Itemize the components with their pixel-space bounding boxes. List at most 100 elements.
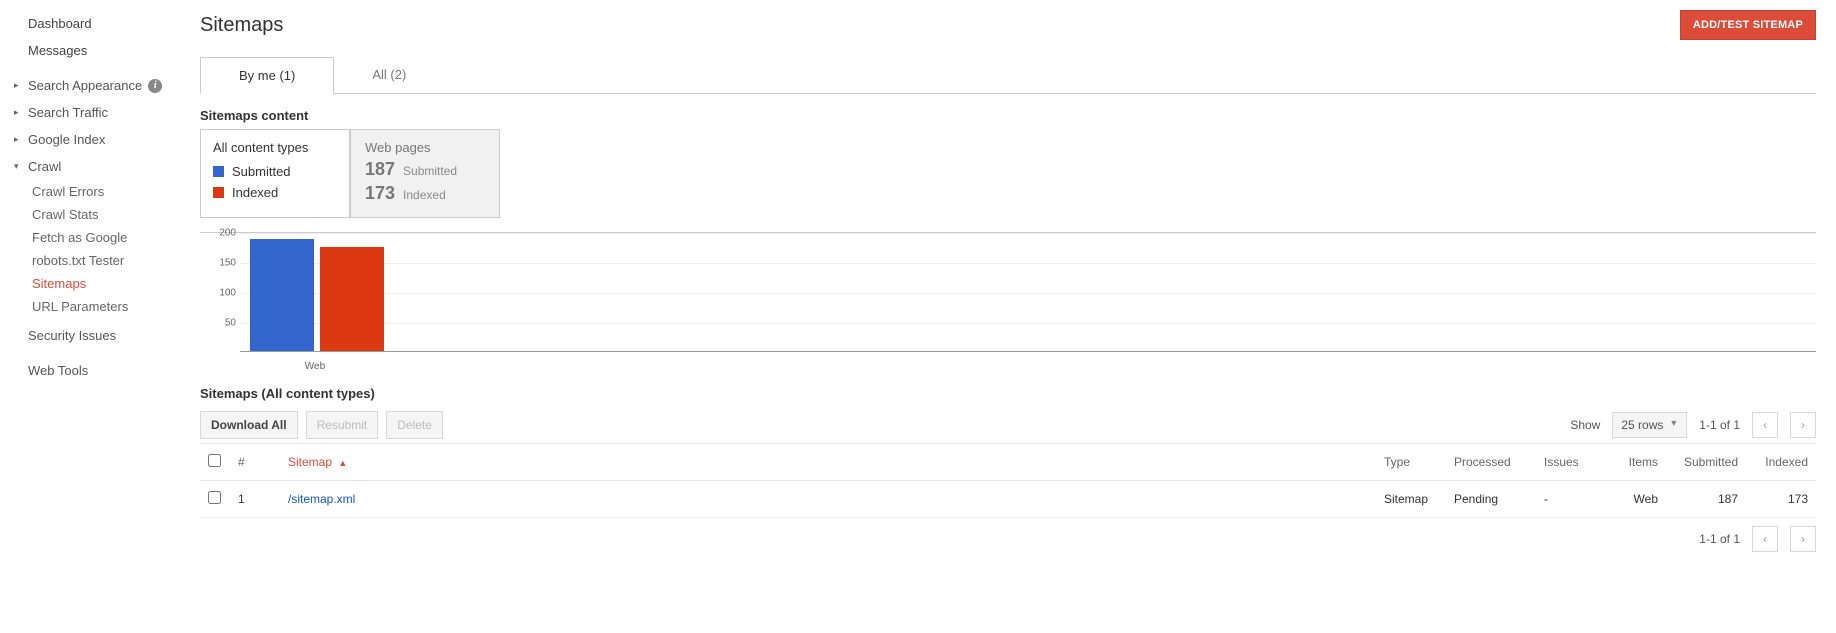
main-content: Sitemaps ADD/TEST SITEMAP By me (1) All …	[180, 0, 1836, 582]
cell-items: Web	[1606, 481, 1666, 518]
stat-box-web-pages: Web pages 187 Submitted 173 Indexed	[350, 129, 500, 218]
legend-item-indexed: Indexed	[213, 182, 333, 203]
label: Search Appearance	[28, 78, 142, 93]
caret-right-icon: ▸	[14, 107, 22, 118]
sidebar-item-crawl[interactable]: ▾ Crawl	[10, 153, 180, 180]
sidebar-item-dashboard[interactable]: ▸Dashboard	[10, 10, 180, 37]
sidebar-item-sitemaps[interactable]: Sitemaps	[10, 272, 180, 295]
bottom-pager: 1-1 of 1 ‹ ›	[200, 526, 1816, 552]
table-body: 1 /sitemap.xml Sitemap Pending - Web 187…	[200, 481, 1816, 518]
chevron-right-icon: ›	[1801, 532, 1805, 546]
cell-num: 1	[230, 481, 280, 518]
stat-title: Web pages	[365, 140, 481, 155]
sidebar-item-google-index[interactable]: ▸ Google Index	[10, 126, 180, 153]
sidebar-item-robots-tester[interactable]: robots.txt Tester	[10, 249, 180, 272]
row-checkbox[interactable]	[208, 491, 221, 504]
sidebar-item-web-tools[interactable]: ▸Web Tools	[10, 357, 180, 384]
chart-plot	[240, 233, 1816, 352]
label: Messages	[28, 43, 87, 58]
next-page-button[interactable]: ›	[1790, 526, 1816, 552]
col-issues[interactable]: Issues	[1536, 444, 1606, 481]
label: Search Traffic	[28, 105, 108, 120]
range-label: 1-1 of 1	[1699, 418, 1740, 432]
chart-ytick: 150	[200, 258, 236, 269]
download-all-button[interactable]: Download All	[200, 411, 298, 439]
caret-down-icon: ▾	[14, 161, 22, 172]
cell-indexed: 173	[1746, 481, 1816, 518]
info-icon[interactable]: i	[148, 79, 162, 93]
sitemap-link[interactable]: /sitemap.xml	[288, 492, 355, 506]
sidebar-item-fetch-as-google[interactable]: Fetch as Google	[10, 226, 180, 249]
chevron-down-icon: ▼	[1669, 418, 1678, 432]
sidebar-item-url-parameters[interactable]: URL Parameters	[10, 295, 180, 318]
chart-ytick: 100	[200, 288, 236, 299]
col-num[interactable]: #	[230, 444, 280, 481]
prev-page-button[interactable]: ‹	[1752, 526, 1778, 552]
col-indexed[interactable]: Indexed	[1746, 444, 1816, 481]
legend-swatch-indexed	[213, 187, 224, 198]
sort-asc-icon: ▲	[338, 458, 347, 468]
sidebar-item-search-appearance[interactable]: ▸ Search Appearance i	[10, 72, 180, 99]
cell-submitted: 187	[1666, 481, 1746, 518]
show-label: Show	[1570, 418, 1600, 432]
chart-bar-indexed	[320, 247, 384, 351]
resubmit-button[interactable]: Resubmit	[306, 411, 379, 439]
chart-bar-submitted	[250, 239, 314, 351]
chart-gridline	[240, 323, 1816, 324]
col-processed[interactable]: Processed	[1446, 444, 1536, 481]
label: Crawl	[28, 159, 61, 174]
label: Web Tools	[28, 363, 88, 378]
chart-xtick: Web	[250, 361, 380, 372]
legend-swatch-submitted	[213, 166, 224, 177]
sidebar-item-security-issues[interactable]: ▸Security Issues	[10, 322, 180, 349]
col-type[interactable]: Type	[1376, 444, 1446, 481]
tab-by-me[interactable]: By me (1)	[200, 57, 334, 94]
legend-item-submitted: Submitted	[213, 161, 333, 182]
delete-button[interactable]: Delete	[386, 411, 443, 439]
label: Dashboard	[28, 16, 92, 31]
sidebar-item-search-traffic[interactable]: ▸ Search Traffic	[10, 99, 180, 126]
cell-type: Sitemap	[1376, 481, 1446, 518]
tabbar: By me (1) All (2)	[200, 56, 1816, 94]
col-submitted[interactable]: Submitted	[1666, 444, 1746, 481]
col-items[interactable]: Items	[1606, 444, 1666, 481]
col-sitemap[interactable]: Sitemap ▲	[280, 444, 1376, 481]
sidebar-item-crawl-errors[interactable]: Crawl Errors	[10, 180, 180, 203]
stat-indexed-label: Indexed	[403, 188, 446, 202]
chart-gridline	[240, 293, 1816, 294]
chevron-right-icon: ›	[1801, 418, 1805, 432]
legend-box: All content types Submitted Indexed	[200, 129, 350, 218]
stat-submitted-label: Submitted	[403, 164, 457, 178]
legend-title: All content types	[213, 140, 333, 155]
range-label: 1-1 of 1	[1699, 532, 1740, 546]
chart-gridline	[240, 263, 1816, 264]
page-title: Sitemaps	[200, 14, 283, 37]
page-header: Sitemaps ADD/TEST SITEMAP	[200, 10, 1816, 40]
sitemaps-table-heading: Sitemaps (All content types)	[200, 386, 1816, 401]
chart-ytick: 200	[200, 228, 236, 239]
cell-issues: -	[1536, 481, 1606, 518]
chart: 50100150200Web	[200, 232, 1816, 372]
rows-select-value: 25 rows	[1621, 418, 1663, 432]
summary-row: All content types Submitted Indexed Web …	[200, 129, 1816, 218]
sitemaps-table: # Sitemap ▲ Type Processed Issues Items …	[200, 443, 1816, 518]
stat-indexed-value: 173	[365, 183, 395, 204]
rows-select[interactable]: 25 rows ▼	[1612, 412, 1687, 438]
next-page-button[interactable]: ›	[1790, 412, 1816, 438]
tab-all[interactable]: All (2)	[334, 57, 444, 94]
sitemaps-content-heading: Sitemaps content	[200, 108, 1816, 123]
select-all-checkbox[interactable]	[208, 454, 221, 467]
chevron-left-icon: ‹	[1763, 418, 1767, 432]
label: Sitemap	[288, 455, 332, 469]
add-test-sitemap-button[interactable]: ADD/TEST SITEMAP	[1680, 10, 1816, 40]
caret-right-icon: ▸	[14, 80, 22, 91]
table-row: 1 /sitemap.xml Sitemap Pending - Web 187…	[200, 481, 1816, 518]
label: Submitted	[232, 164, 291, 179]
sidebar-item-crawl-stats[interactable]: Crawl Stats	[10, 203, 180, 226]
sidebar-item-messages[interactable]: ▸Messages	[10, 37, 180, 64]
sidebar: ▸Dashboard ▸Messages ▸ Search Appearance…	[0, 0, 180, 582]
prev-page-button[interactable]: ‹	[1752, 412, 1778, 438]
label: Google Index	[28, 132, 105, 147]
chart-gridline	[240, 233, 1816, 234]
chart-ytick: 50	[200, 318, 236, 329]
